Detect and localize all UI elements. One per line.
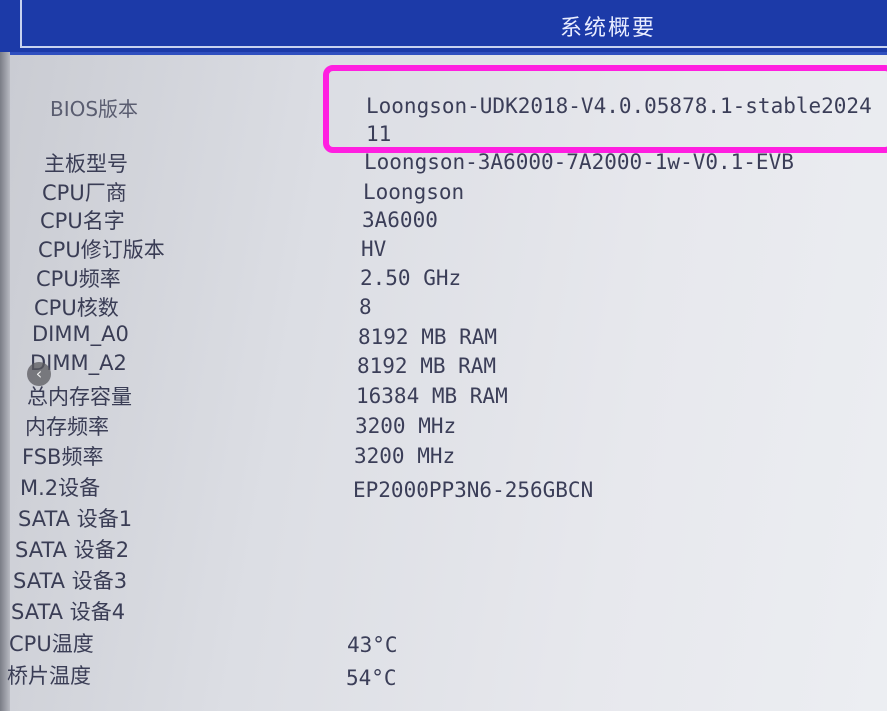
- label-m2-device: M.2设备: [20, 476, 101, 500]
- chevron-left-icon[interactable]: ‹: [27, 362, 51, 386]
- value-m2-device: EP2000PP3N6-256GBCN: [353, 478, 594, 502]
- screen-bezel: [0, 52, 10, 711]
- label-dimm-a0: DIMM_A0: [32, 322, 129, 346]
- highlight-box: [323, 65, 887, 153]
- header-divider: [20, 0, 22, 48]
- label-cpu-cores: CPU核数: [34, 296, 119, 320]
- value-total-memory: 16384 MB RAM: [356, 384, 508, 408]
- value-dimm-a0: 8192 MB RAM: [358, 325, 498, 349]
- value-cpu-frequency: 2.50 GHz: [360, 266, 462, 290]
- label-bios-version: BIOS版本: [50, 97, 139, 121]
- value-bridge-temperature: 54°C: [346, 666, 397, 690]
- value-dimm-a2: 8192 MB RAM: [357, 354, 497, 378]
- page-title: 系统概要: [560, 16, 657, 41]
- header-underline: [20, 46, 887, 48]
- label-sata-device-1: SATA 设备1: [18, 507, 133, 531]
- label-fsb-frequency: FSB频率: [22, 445, 104, 469]
- label-cpu-revision: CPU修订版本: [38, 238, 165, 262]
- value-cpu-revision: HV: [361, 237, 387, 261]
- label-cpu-frequency: CPU频率: [36, 267, 121, 291]
- value-cpu-name: 3A6000: [362, 208, 438, 232]
- label-sata-device-3: SATA 设备3: [13, 569, 128, 593]
- label-cpu-vendor: CPU厂商: [42, 181, 127, 205]
- bios-screen: 系统概要 BIOS版本 主板型号 CPU厂商 CPU名字 CPU修订版本 CPU…: [0, 0, 887, 711]
- label-bridge-temperature: 桥片温度: [7, 664, 91, 688]
- value-board-model: Loongson-3A6000-7A2000-1w-V0.1-EVB: [364, 150, 794, 174]
- label-memory-frequency: 内存频率: [25, 415, 109, 439]
- label-cpu-temperature: CPU温度: [9, 632, 94, 656]
- value-cpu-temperature: 43°C: [347, 633, 398, 657]
- label-sata-device-4: SATA 设备4: [11, 600, 126, 624]
- header-bar: 系统概要: [0, 0, 887, 55]
- label-cpu-name: CPU名字: [40, 209, 125, 233]
- value-cpu-vendor: Loongson: [363, 180, 465, 204]
- label-sata-device-2: SATA 设备2: [15, 538, 130, 562]
- value-cpu-cores: 8: [359, 295, 372, 319]
- value-memory-frequency: 3200 MHz: [355, 414, 457, 438]
- value-fsb-frequency: 3200 MHz: [354, 444, 456, 468]
- label-board-model: 主板型号: [44, 152, 128, 176]
- label-total-memory: 总内存容量: [27, 385, 132, 409]
